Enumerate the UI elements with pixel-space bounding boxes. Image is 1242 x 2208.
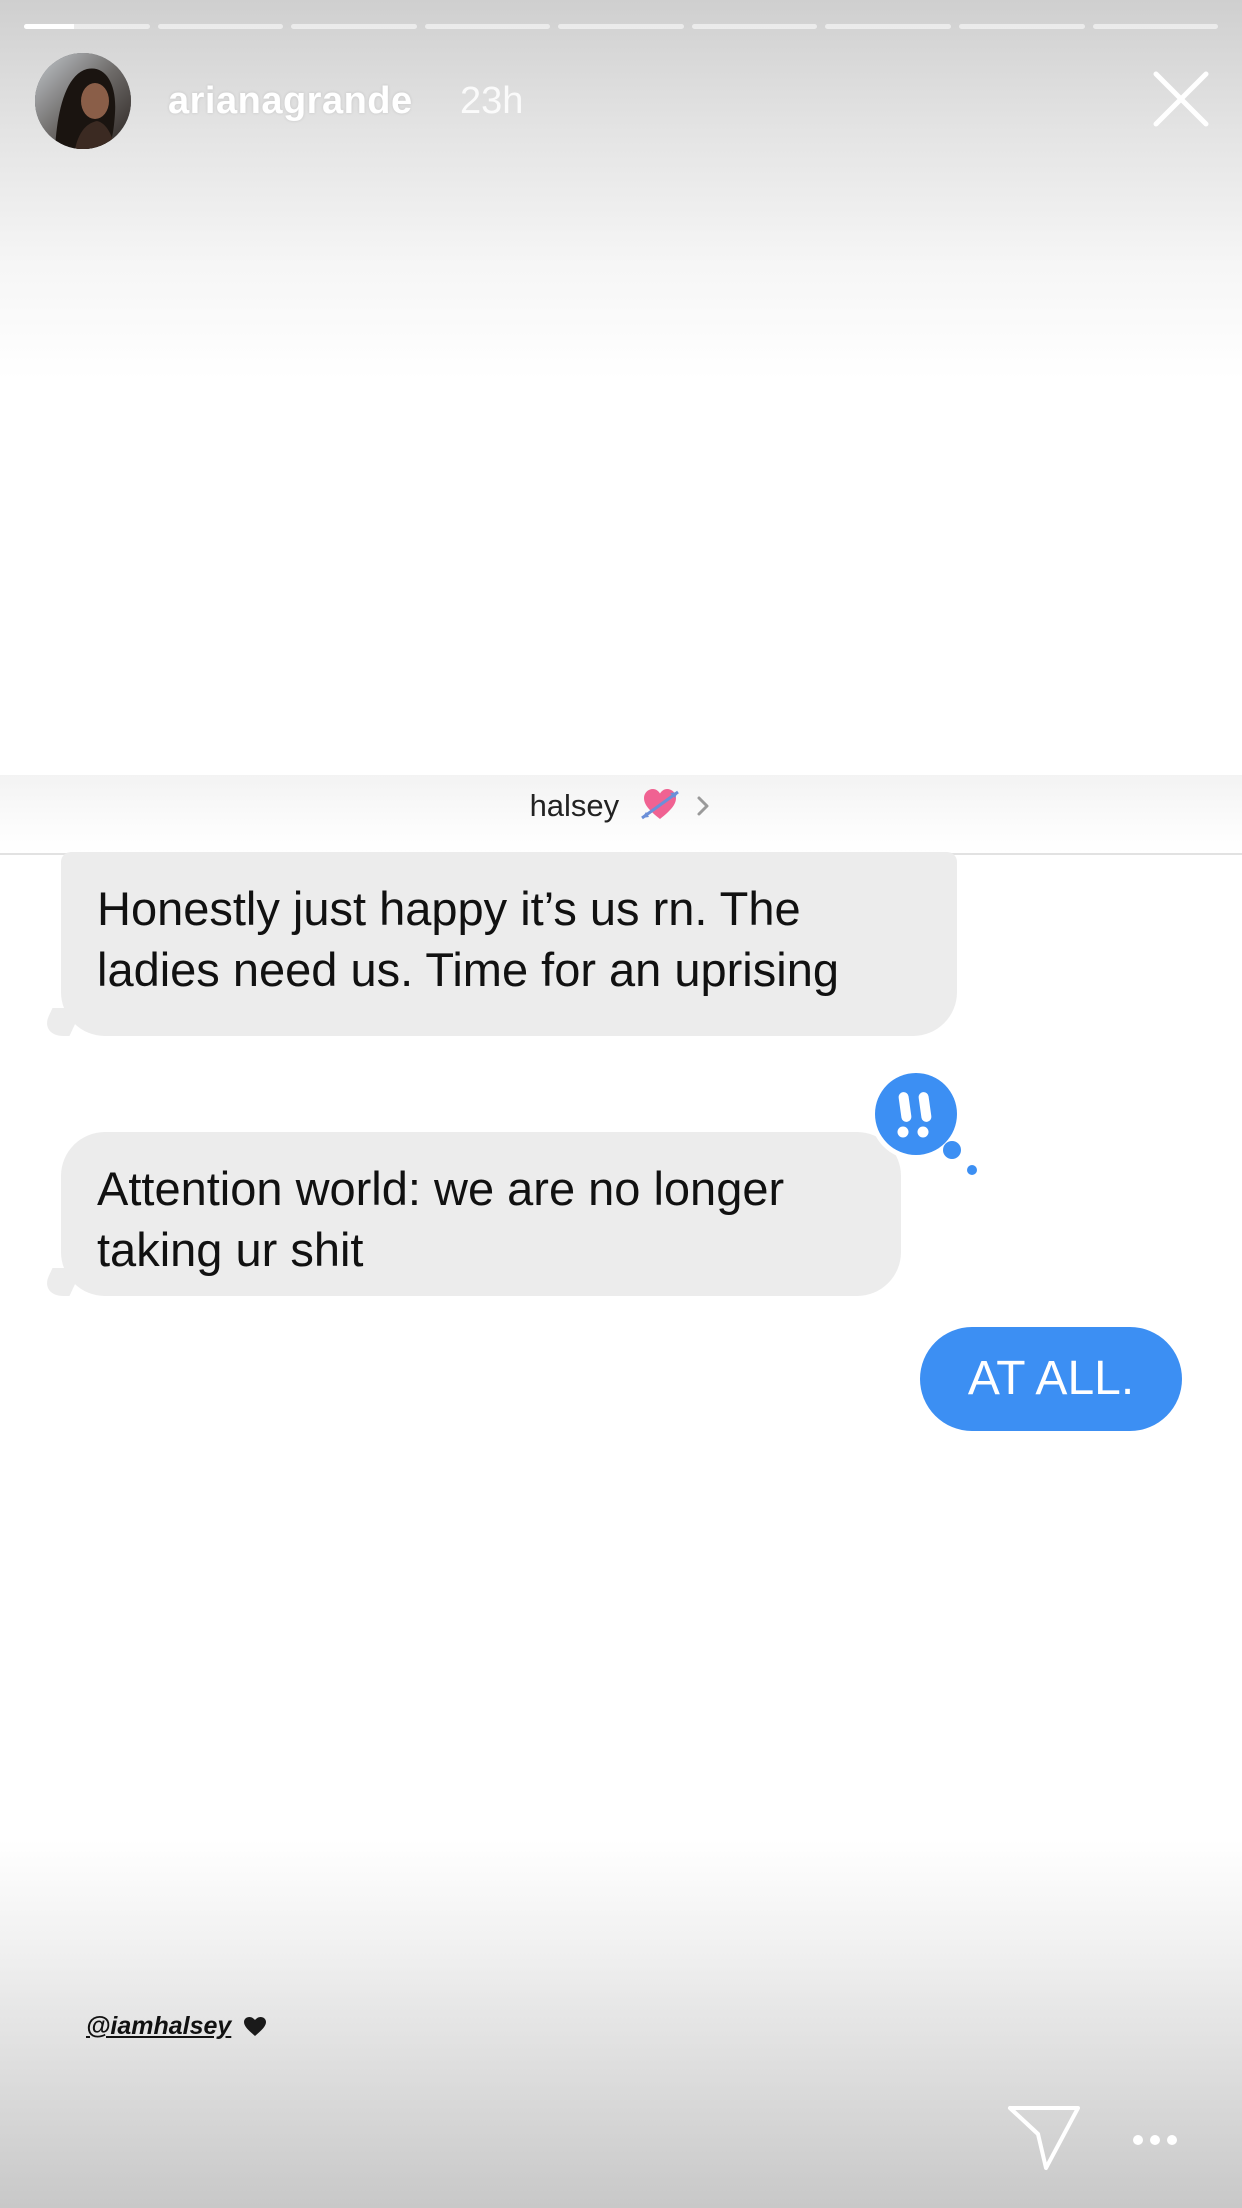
black-heart-icon: [238, 2012, 268, 2040]
conversation-contact[interactable]: halsey: [0, 786, 1242, 830]
story-username[interactable]: arianagrande: [168, 80, 413, 123]
progress-segment: [1092, 24, 1219, 29]
progress-segment: [558, 24, 684, 29]
more-options-icon[interactable]: [1130, 2128, 1180, 2152]
profile-photo: [35, 53, 131, 149]
heart-with-arrow-icon: [640, 786, 680, 830]
mention-sticker[interactable]: @iamhalsey: [86, 2012, 268, 2041]
outgoing-message: AT ALL.: [920, 1327, 1182, 1431]
story-viewer[interactable]: arianagrande 23h halsey Honestly just ha…: [0, 0, 1242, 2208]
top-gradient: [0, 0, 1242, 380]
send-icon[interactable]: [1006, 2104, 1082, 2172]
progress-fill: [24, 24, 75, 29]
chevron-right-icon: [694, 790, 712, 826]
progress-segment: [424, 24, 551, 29]
incoming-message: Attention world: we are no longer taking…: [61, 1132, 901, 1296]
progress-segment: [157, 24, 284, 29]
progress-segment: [291, 24, 417, 29]
progress-segment: [825, 24, 951, 29]
avatar[interactable]: [35, 53, 131, 149]
contact-name: halsey: [529, 788, 620, 824]
double-exclamation-icon: [868, 1066, 978, 1176]
close-icon[interactable]: [1150, 68, 1212, 130]
progress-segment: [691, 24, 818, 29]
incoming-message: Honestly just happy it’s us rn. The ladi…: [61, 852, 957, 1036]
mention-handle: @iamhalsey: [86, 2012, 232, 2040]
progress-segment: [24, 24, 150, 29]
story-progress-bar: [24, 24, 1219, 30]
progress-segment: [958, 24, 1085, 29]
story-timestamp: 23h: [460, 80, 524, 122]
